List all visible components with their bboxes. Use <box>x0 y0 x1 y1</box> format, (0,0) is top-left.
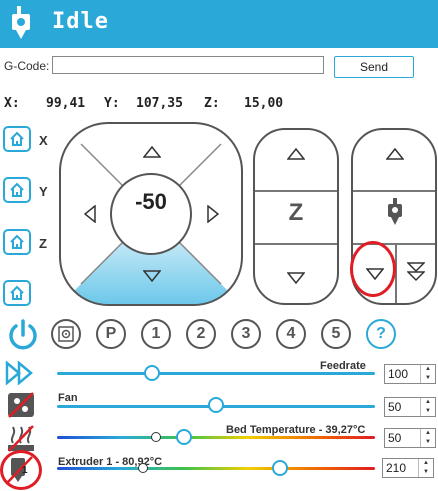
jog-y-plus-icon[interactable] <box>143 146 161 158</box>
send-button[interactable]: Send <box>334 56 414 78</box>
home-z-button[interactable]: Z <box>3 229 47 255</box>
sd-card-icon <box>58 326 74 342</box>
help-button[interactable]: ? <box>366 319 396 349</box>
position-4-button[interactable]: 4 <box>276 319 306 349</box>
highlight-circle <box>0 450 42 490</box>
extruder-actual-temp-marker <box>137 463 148 473</box>
x-coord-label: X: <box>4 96 20 111</box>
spin-down-icon[interactable]: ▼ <box>420 438 435 447</box>
feedrate-spinbox[interactable]: 100 ▲ ▼ <box>384 364 436 384</box>
gcode-label: G-Code: <box>4 59 50 73</box>
home-icon <box>10 234 24 249</box>
bed-temp-track[interactable] <box>57 436 375 439</box>
jog-x-plus-icon[interactable] <box>207 205 219 223</box>
spin-up-icon[interactable]: ▲ <box>420 398 435 407</box>
y-coord-value: 107,35 <box>136 96 183 111</box>
bed-actual-temp-marker <box>150 432 161 442</box>
jog-x-minus-icon[interactable] <box>84 205 96 223</box>
fan-slider-thumb[interactable] <box>208 397 224 413</box>
home-y-button[interactable]: Y <box>3 177 48 203</box>
spin-down-icon[interactable]: ▼ <box>420 407 435 416</box>
jog-z-down-icon[interactable] <box>287 272 305 284</box>
position-3-button[interactable]: 3 <box>231 319 261 349</box>
feedrate-label: Feedrate <box>320 360 366 372</box>
power-icon[interactable] <box>6 318 40 352</box>
feedrate-slider-thumb[interactable] <box>144 365 161 381</box>
z-axis-label: Z <box>288 199 304 226</box>
home-z-label: Z <box>39 236 47 251</box>
fan-label: Fan <box>58 392 78 404</box>
status-title: Idle <box>52 9 109 34</box>
spin-up-icon[interactable]: ▲ <box>418 459 433 468</box>
extruder-temp-track[interactable] <box>57 467 375 470</box>
spin-down-icon[interactable]: ▼ <box>420 374 435 383</box>
spin-up-icon[interactable]: ▲ <box>420 429 435 438</box>
sd-card-button[interactable] <box>51 319 81 349</box>
gcode-input[interactable] <box>52 56 324 74</box>
bed-temp-value: 50 <box>388 431 402 445</box>
fan-value: 50 <box>388 400 402 414</box>
heated-bed-off-icon <box>8 425 34 452</box>
position-5-button[interactable]: 5 <box>321 319 351 349</box>
home-icon <box>10 182 24 197</box>
fan-spinbox[interactable]: 50 ▲ ▼ <box>384 397 436 417</box>
fast-forward-icon <box>5 361 33 385</box>
spin-up-icon[interactable]: ▲ <box>420 365 435 374</box>
home-x-label: X <box>39 133 48 148</box>
x-coord-value: 99,41 <box>46 96 86 111</box>
extruder-temp-spinbox[interactable]: 210 ▲ ▼ <box>382 458 434 478</box>
extruder-temp-slider-thumb[interactable] <box>271 460 288 476</box>
extrude-fast-down-icon[interactable] <box>407 262 425 282</box>
z-coord-label: Z: <box>204 96 220 111</box>
position-p-button[interactable]: P <box>96 319 126 349</box>
home-all-button[interactable] <box>3 280 31 306</box>
extruder-nozzle-icon <box>388 198 402 225</box>
jog-z-up-icon[interactable] <box>287 148 305 160</box>
bed-temp-label: Bed Temperature - 39,27°C <box>226 424 366 436</box>
feedrate-value: 100 <box>388 367 409 381</box>
home-icon <box>10 131 24 146</box>
jog-y-minus-icon[interactable] <box>143 270 161 282</box>
home-icon <box>10 285 24 300</box>
extruder-temp-value: 210 <box>386 461 407 475</box>
z-coord-value: 15,00 <box>244 96 284 111</box>
bed-temp-spinbox[interactable]: 50 ▲ ▼ <box>384 428 436 448</box>
position-1-button[interactable]: 1 <box>141 319 171 349</box>
extrude-retract-icon[interactable] <box>386 148 404 160</box>
jog-step-value[interactable]: -50 <box>111 189 191 239</box>
printer-head-icon <box>12 6 30 39</box>
feedrate-track[interactable] <box>57 372 375 375</box>
fan-off-icon <box>8 392 34 418</box>
y-coord-label: Y: <box>104 96 120 111</box>
home-x-button[interactable]: X <box>3 126 48 152</box>
status-header: Idle <box>0 0 438 48</box>
bed-temp-slider-thumb[interactable] <box>176 429 193 445</box>
position-2-button[interactable]: 2 <box>186 319 216 349</box>
home-y-label: Y <box>39 184 48 199</box>
spin-down-icon[interactable]: ▼ <box>418 468 433 477</box>
highlight-circle <box>350 241 396 297</box>
